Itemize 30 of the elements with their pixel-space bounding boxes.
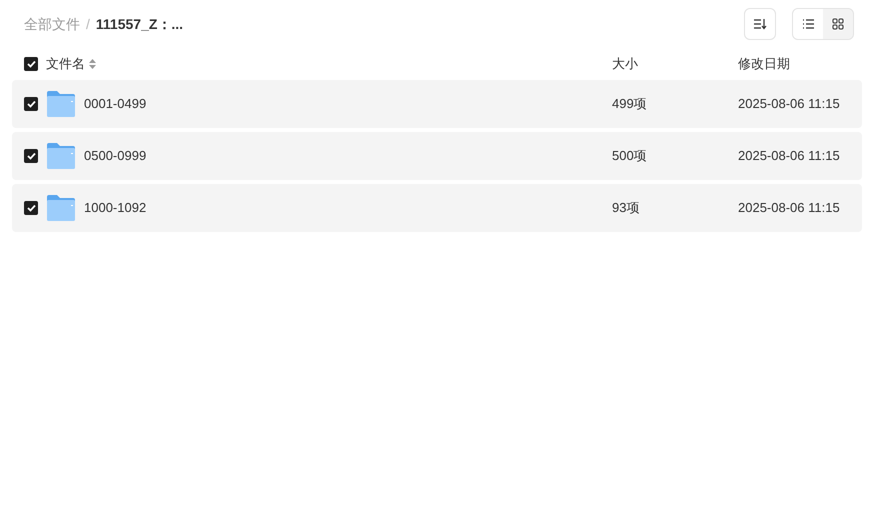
grid-icon xyxy=(832,18,844,30)
column-header: 大小 xyxy=(612,56,638,72)
breadcrumb-separator: / xyxy=(86,14,90,34)
file-row[interactable]: 0500-0999 500项 2025-08-06 11:15 xyxy=(12,132,862,180)
folder-name[interactable]: 1000-1092 xyxy=(84,198,146,218)
checkbox[interactable] xyxy=(24,149,38,163)
modified-date: 2025-08-06 11:15 xyxy=(738,148,840,164)
sort-icon[interactable] xyxy=(89,59,96,69)
modified-date: 2025-08-06 11:15 xyxy=(738,96,840,112)
item-count: 500项 xyxy=(612,148,647,164)
list-icon xyxy=(802,19,814,29)
checkbox[interactable] xyxy=(24,97,38,111)
file-row[interactable]: 1000-1092 93项 2025-08-06 11:15 xyxy=(12,184,862,232)
checkbox[interactable] xyxy=(24,201,38,215)
item-count: 499项 xyxy=(612,96,647,112)
current-folder-crumb: 111557_Z：... xyxy=(96,14,184,34)
checkbox[interactable] xyxy=(24,57,38,71)
file-row[interactable]: 0001-0499 499项 2025-08-06 11:15 xyxy=(12,80,862,128)
item-count: 93项 xyxy=(612,200,640,216)
folder-name[interactable]: 0500-0999 xyxy=(84,146,146,166)
folder-icon xyxy=(46,142,76,170)
column-header[interactable]: 文件名 xyxy=(46,54,85,74)
column-header: 修改日期 xyxy=(738,56,790,72)
folder-icon xyxy=(46,90,76,118)
folder-name[interactable]: 0001-0499 xyxy=(84,94,146,114)
folder-icon xyxy=(46,194,76,222)
sort-icon xyxy=(753,18,767,30)
sort-button[interactable] xyxy=(744,8,776,40)
list-view-button[interactable] xyxy=(793,9,823,39)
modified-date: 2025-08-06 11:15 xyxy=(738,200,840,216)
